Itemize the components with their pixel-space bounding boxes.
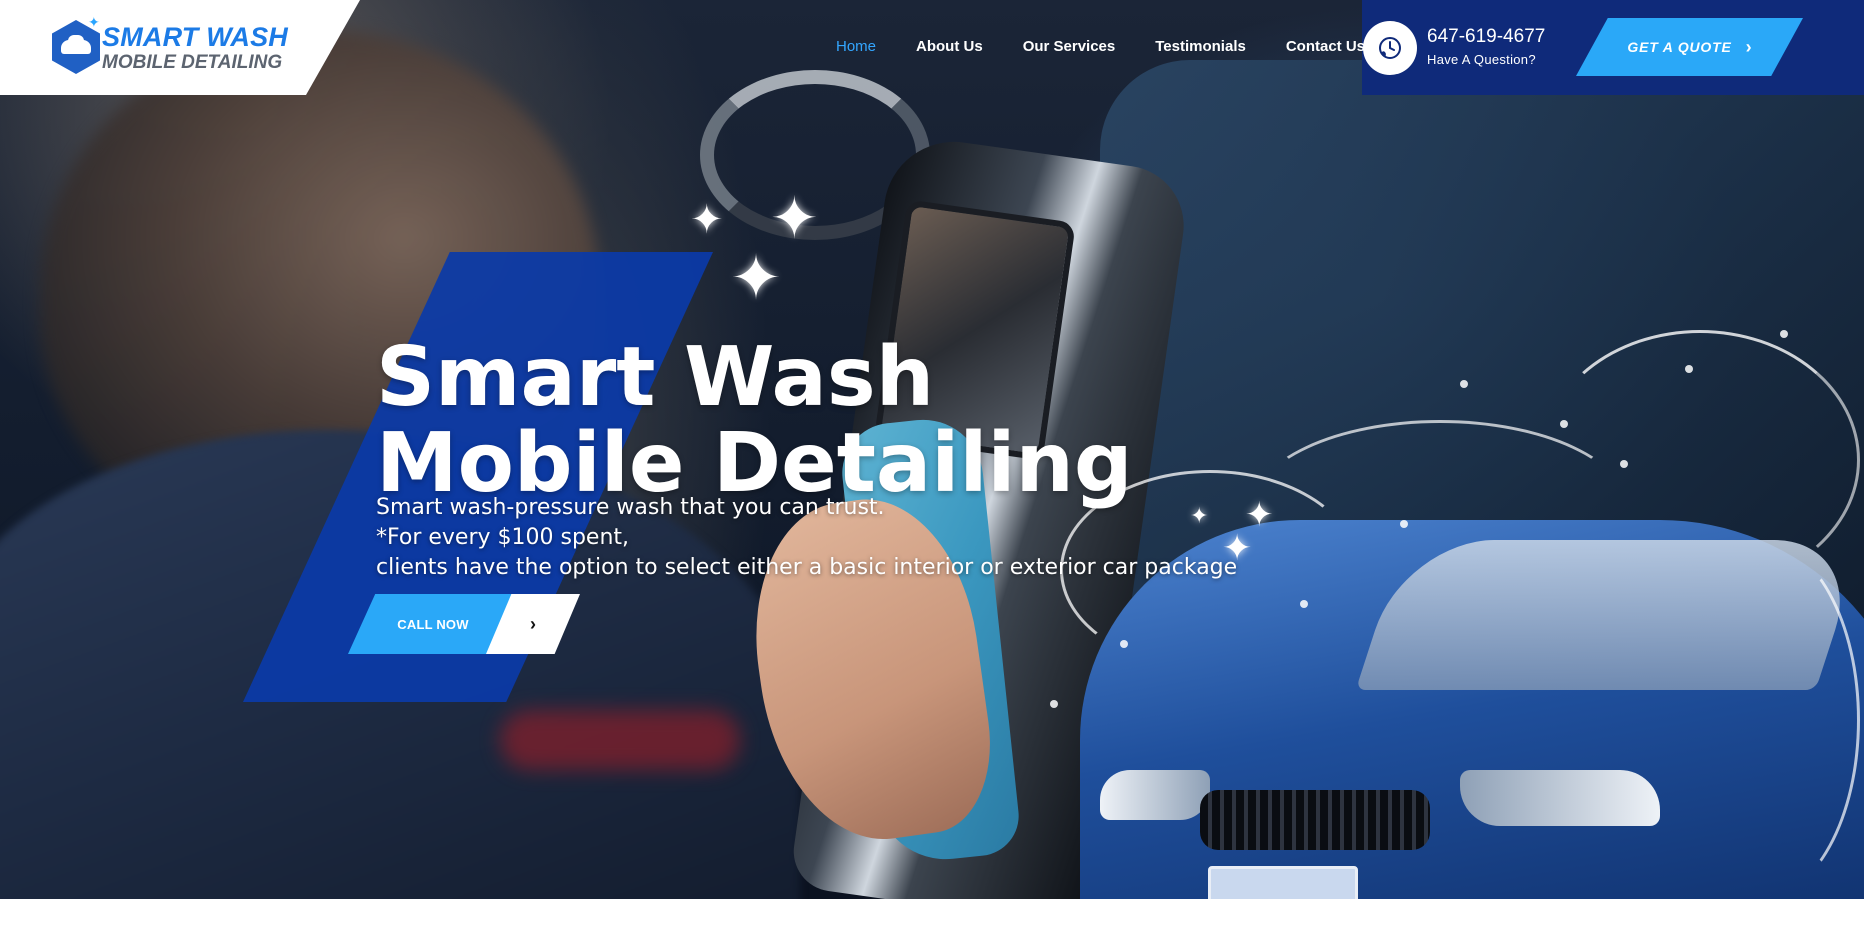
water-drop	[1560, 420, 1568, 428]
sparkle-icon: ✦	[690, 198, 724, 242]
hero-subtitle: Smart wash-pressure wash that you can tr…	[376, 493, 1237, 583]
hero-subtitle-line2: *For every $100 spent,	[376, 525, 630, 550]
water-splash	[1660, 540, 1860, 899]
nav-item-home[interactable]: Home	[836, 38, 876, 55]
get-a-quote-label: GET A QUOTE	[1627, 39, 1732, 55]
water-drop	[1460, 380, 1468, 388]
water-drop	[1400, 520, 1408, 528]
nav-item-about-us[interactable]: About Us	[916, 38, 983, 55]
call-now-label: CALL NOW	[397, 616, 469, 632]
water-drop	[1685, 365, 1693, 373]
logo-area[interactable]: ✦ SMART WASH MOBILE DETAILING	[0, 0, 360, 95]
license-plate	[1208, 866, 1358, 899]
hero-title: Smart Wash Mobile Detailing	[376, 335, 1133, 507]
page-bottom-strip	[0, 899, 1864, 931]
get-a-quote-button[interactable]: GET A QUOTE ›	[1576, 18, 1803, 76]
car-headlight-right	[1460, 770, 1660, 826]
main-nav: Home About Us Our Services Testimonials …	[836, 38, 1405, 55]
water-drop	[1050, 700, 1058, 708]
nav-item-contact-us[interactable]: Contact Us	[1286, 38, 1365, 55]
water-drop	[1780, 330, 1788, 338]
jacket-stripe	[500, 710, 740, 770]
phone-clock-icon[interactable]	[1363, 21, 1417, 75]
car-headlight-left	[1100, 770, 1210, 820]
water-splash	[1250, 420, 1630, 600]
water-drop	[1120, 640, 1128, 648]
sparkle-icon: ✦	[88, 14, 100, 30]
water-drop	[1620, 460, 1628, 468]
hero-title-line1: Smart Wash	[376, 330, 935, 425]
hero-subtitle-line1: Smart wash-pressure wash that you can tr…	[376, 495, 885, 520]
brand-subtitle: MOBILE DETAILING	[102, 52, 283, 73]
sparkle-icon: ✦	[730, 244, 782, 313]
car-grille	[1200, 790, 1430, 850]
phone-question-label: Have A Question?	[1427, 52, 1536, 67]
call-now-button[interactable]: CALL NOW ›	[348, 594, 580, 654]
nav-item-testimonials[interactable]: Testimonials	[1155, 38, 1246, 55]
brand-title: SMART WASH	[102, 22, 289, 52]
phone-number[interactable]: 647-619-4677	[1427, 26, 1545, 48]
sparkle-icon: ✦	[770, 186, 819, 251]
nav-item-our-services[interactable]: Our Services	[1023, 38, 1116, 55]
chevron-right-icon: ›	[1745, 36, 1752, 57]
water-drop	[1300, 600, 1308, 608]
hero-subtitle-line3: clients have the option to select either…	[376, 555, 1238, 580]
